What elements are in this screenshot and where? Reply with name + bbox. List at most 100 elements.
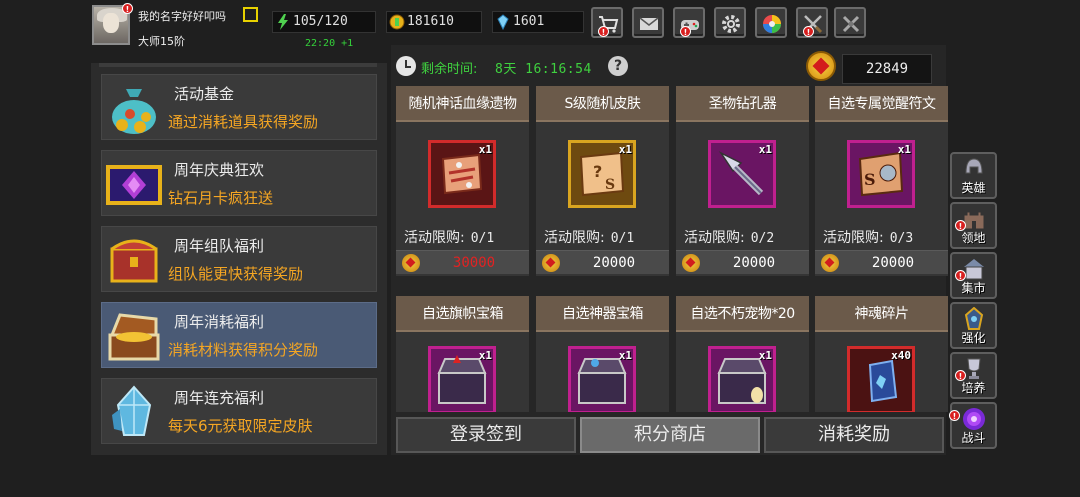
points-coin-icon <box>682 254 700 272</box>
sidebar-market[interactable]: 集市 ! <box>950 252 997 299</box>
gems-value: 1601 <box>513 14 545 29</box>
item-quantity: x40 <box>891 349 911 362</box>
chest-icon <box>110 239 158 283</box>
enhance-icon <box>964 307 984 330</box>
event-item-recharge-bonus[interactable]: 周年连充福利 每天6元获取限定皮肤 <box>101 378 377 444</box>
shop-tabs: 登录签到 积分商店 消耗奖励 <box>396 417 944 453</box>
gold-coin-icon <box>389 14 405 30</box>
event-item-fund[interactable]: 活动基金 通过消耗道具获得奖励 <box>101 74 377 140</box>
notification-badge: ! <box>122 3 133 14</box>
stamina-value: 105/120 <box>293 14 348 29</box>
tab-daily-login[interactable]: 登录签到 <box>396 417 576 453</box>
item-name: S级随机皮肤 <box>536 86 669 122</box>
buy-button[interactable]: 30000 <box>396 250 529 274</box>
item-slot[interactable]: x1 <box>568 346 636 412</box>
treasure-chest-icon <box>108 313 160 361</box>
shop-card[interactable]: 随机神话血缘遗物 x1 活动限购: 0/1 30000 <box>396 86 529 276</box>
shop-card[interactable]: 自选专属觉醒符文 S x1 活动限购: 0/3 20000 <box>815 86 948 276</box>
mail-button[interactable] <box>632 7 664 38</box>
sidebar-hero[interactable]: 英雄 <box>950 152 997 199</box>
points-coin-icon <box>542 254 560 272</box>
item-slot[interactable]: ? S x1 <box>568 140 636 208</box>
sidebar-battle[interactable]: 战斗 ! <box>949 402 997 449</box>
shop-card[interactable]: 自选旗帜宝箱 x1 <box>396 296 529 412</box>
item-name: 自选神器宝箱 <box>536 296 669 332</box>
item-slot[interactable]: x1 <box>708 140 776 208</box>
event-title: 周年庆典狂欢 <box>174 161 265 179</box>
item-slot[interactable]: x1 <box>708 346 776 412</box>
event-title: 活动基金 <box>174 85 235 103</box>
sidebar-label: 培养 <box>961 381 986 395</box>
battle-button[interactable]: ! <box>796 7 828 38</box>
notification-badge: ! <box>949 410 960 421</box>
sidebar-label: 强化 <box>961 331 986 345</box>
game-button[interactable]: ! <box>673 7 705 38</box>
item-quantity: x1 <box>478 349 492 362</box>
event-item-consume-bonus[interactable]: 周年消耗福利 消耗材料获得积分奖励 <box>101 302 377 368</box>
item-slot[interactable]: S x1 <box>847 140 915 208</box>
shop-card[interactable]: S级随机皮肤 ? S x1 活动限购: 0/1 20000 <box>536 86 669 276</box>
crossed-blades-icon <box>842 15 860 33</box>
item-slot[interactable]: x1 <box>428 140 496 208</box>
item-slot[interactable]: x40 <box>847 346 915 412</box>
purchase-limit: 活动限购: 0/1 <box>404 227 494 247</box>
purchase-limit: 活动限购: 0/1 <box>544 227 634 247</box>
sidebar-enhance[interactable]: 强化 <box>950 302 997 349</box>
shop-card[interactable]: 自选神器宝箱 x1 <box>536 296 669 412</box>
notification-badge: ! <box>598 26 609 37</box>
item-name: 随机神话血缘遗物 <box>396 86 529 122</box>
item-slot[interactable]: x1 <box>428 346 496 412</box>
sidebar-label: 集市 <box>961 281 986 295</box>
event-desc: 钻石月卡疯狂送 <box>168 189 274 207</box>
clock-icon <box>396 56 416 76</box>
notification-badge: ! <box>955 220 966 231</box>
sidebar-territory[interactable]: 领地 ! <box>950 202 997 249</box>
settings-button[interactable] <box>714 7 746 38</box>
buy-button[interactable]: 20000 <box>676 250 809 274</box>
limit-label: 活动限购: <box>684 230 745 246</box>
event-item-team-bonus[interactable]: 周年组队福利 组队能更快获得奖励 <box>101 226 377 292</box>
shop-card[interactable]: 自选不朽宠物*20 x1 <box>676 296 809 412</box>
event-item-anniversary-carnival[interactable]: 周年庆典狂欢 钻石月卡疯狂送 <box>101 150 377 216</box>
item-price: 20000 <box>871 255 915 271</box>
item-price: 30000 <box>452 255 496 271</box>
arena-button[interactable] <box>834 7 866 38</box>
event-title: 周年消耗福利 <box>174 313 265 331</box>
notification-badge: ! <box>955 270 966 281</box>
edit-icon[interactable] <box>243 7 258 22</box>
event-desc: 组队能更快获得奖励 <box>168 265 304 283</box>
sidebar-label: 英雄 <box>961 181 986 195</box>
tab-points-shop[interactable]: 积分商店 <box>580 417 760 453</box>
helmet-icon <box>965 158 983 174</box>
mail-icon <box>639 17 659 30</box>
buy-button[interactable]: 20000 <box>536 250 669 274</box>
item-quantity: x1 <box>897 143 911 156</box>
item-name: 神魂碎片 <box>815 296 948 332</box>
diamond-card-icon <box>106 165 162 205</box>
shop-card[interactable]: 神魂碎片 x40 <box>815 296 948 412</box>
money-bag-icon <box>112 89 156 134</box>
item-name: 自选不朽宠物*20 <box>676 296 809 332</box>
limit-value: 0/3 <box>889 231 914 246</box>
limit-label: 活动限购: <box>404 230 465 246</box>
purchase-limit: 活动限购: 0/2 <box>684 227 774 247</box>
shop-button[interactable]: ! <box>591 7 623 38</box>
buy-button[interactable]: 20000 <box>815 250 948 274</box>
event-list[interactable]: 活动基金 通过消耗道具获得奖励 周年庆典狂欢 钻石月卡疯狂送 周年组队福利 组队… <box>91 63 387 455</box>
item-price: 20000 <box>592 255 636 271</box>
svg-text:S: S <box>605 177 615 193</box>
gems-display: 1601 <box>492 11 584 33</box>
color-wheel-icon <box>763 15 781 33</box>
palette-button[interactable] <box>755 7 787 38</box>
item-price: 20000 <box>732 255 776 271</box>
points-coin-icon <box>402 254 420 272</box>
sidebar-train[interactable]: 培养 ! <box>950 352 997 399</box>
notification-badge: ! <box>803 26 814 37</box>
item-quantity: x1 <box>618 143 632 156</box>
help-icon[interactable]: ? <box>608 56 628 76</box>
notification-badge: ! <box>955 370 966 381</box>
item-name: 圣物钻孔器 <box>676 86 809 122</box>
tab-consume-rewards[interactable]: 消耗奖励 <box>764 417 944 453</box>
event-desc: 消耗材料获得积分奖励 <box>168 341 319 359</box>
shop-card[interactable]: 圣物钻孔器 x1 活动限购: 0/2 20000 <box>676 86 809 276</box>
